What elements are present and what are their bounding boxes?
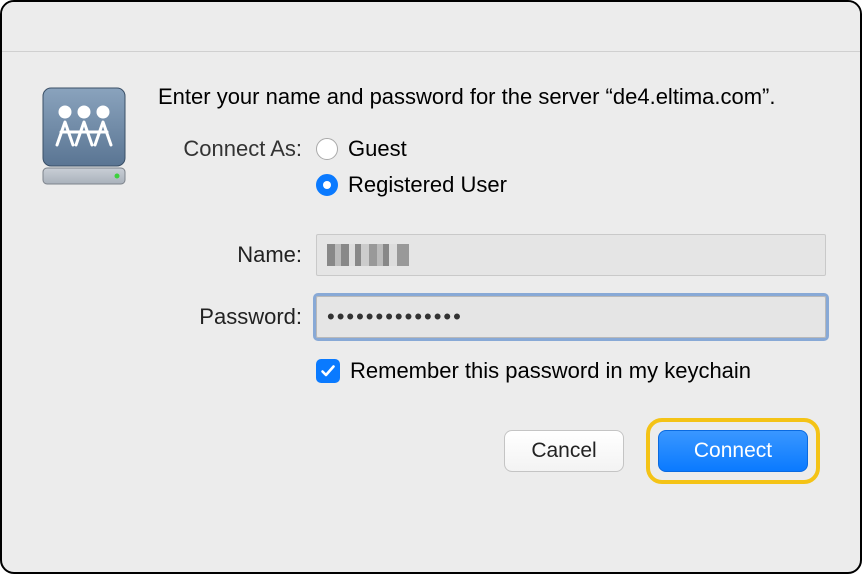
titlebar [2,2,860,52]
obscured-name-value [327,244,409,266]
radio-circle-selected-icon [316,174,338,196]
button-row: Cancel Connect [158,418,826,484]
password-input[interactable] [316,296,826,338]
icon-column [36,82,132,484]
radio-guest-label: Guest [348,136,407,162]
connect-as-label: Connect As: [158,136,316,162]
cancel-button[interactable]: Cancel [504,430,624,472]
checkmark-icon [320,363,336,379]
radio-circle-icon [316,138,338,160]
password-row: Password: [158,296,826,338]
radio-guest[interactable]: Guest [316,136,407,162]
remember-label[interactable]: Remember this password in my keychain [350,358,751,384]
server-auth-dialog: Enter your name and password for the ser… [0,0,862,574]
password-label: Password: [158,304,316,330]
dialog-content: Enter your name and password for the ser… [2,52,860,484]
prompt-text: Enter your name and password for the ser… [158,82,826,112]
connect-button[interactable]: Connect [658,430,808,472]
radio-row-registered: Registered User [158,172,826,198]
name-input[interactable] [316,234,826,276]
connect-highlight: Connect [646,418,820,484]
name-row: Name: [158,234,826,276]
radio-row-guest: Connect As: Guest [158,136,826,162]
network-server-icon [37,82,131,190]
remember-checkbox[interactable] [316,359,340,383]
remember-row: Remember this password in my keychain [158,358,826,384]
radio-registered[interactable]: Registered User [316,172,507,198]
name-label: Name: [158,242,316,268]
radio-registered-label: Registered User [348,172,507,198]
form-column: Enter your name and password for the ser… [158,82,826,484]
